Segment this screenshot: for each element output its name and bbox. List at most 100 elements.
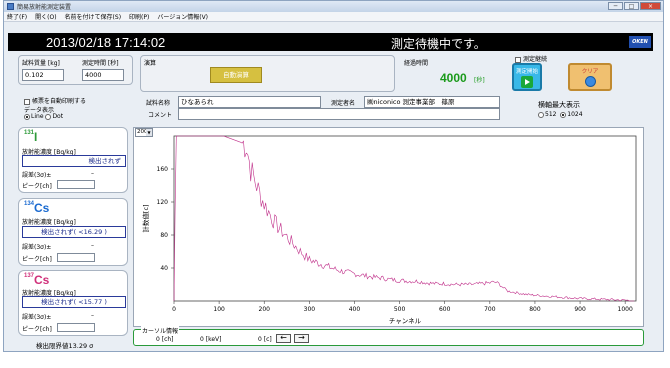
y-axis-label: 計数値[c]: [141, 204, 150, 232]
cs134-result: 検出されず( <16.29 ): [22, 226, 126, 238]
cs134-mass: 134: [24, 201, 35, 207]
elapsed-unit: [秒]: [474, 77, 485, 84]
chevron-down-icon: ▼: [146, 129, 152, 136]
cs134-element: Cs: [34, 201, 50, 215]
hmax-512-label: 512: [545, 111, 557, 118]
x-tick-label: 800: [529, 306, 541, 313]
sample-name-label: 試料名称: [146, 100, 171, 107]
x-tick-label: 200: [259, 306, 271, 313]
minimize-button[interactable]: ─: [608, 2, 623, 10]
menu-version[interactable]: バージョン情報(V): [157, 12, 208, 21]
close-button[interactable]: ×: [640, 2, 661, 10]
detection-limit: 検出限界値13.29 σ: [36, 342, 94, 350]
measure-time-input[interactable]: 4000: [82, 69, 124, 81]
spectrum-series-line: [173, 135, 635, 302]
cs134-peak-input[interactable]: [57, 253, 95, 262]
x-axis-label: チャンネル: [389, 317, 422, 325]
elapsed-label: 経過時間: [404, 60, 429, 67]
spectrum-svg: 0 100 200 300 400 500 600 700 800 900 1000 40 80 120 1…: [141, 135, 637, 325]
continuous-checkbox[interactable]: 測定継続: [515, 54, 547, 63]
y-tick-label: 40: [160, 265, 168, 272]
iso-panel-i131: 131I 放射能濃度 [Bq/kg] 検出されず 誤差(3σ)± – ピーク[c…: [18, 127, 128, 193]
clear-button[interactable]: クリア: [568, 63, 612, 91]
i131-peak-input[interactable]: [57, 180, 95, 189]
i131-peak-label: ピーク[ch]: [22, 183, 52, 190]
cursor-info-label: カーソル情報: [141, 326, 180, 335]
cs137-peak-input[interactable]: [57, 323, 95, 332]
sample-mass-label: 試料質量 [kg]: [22, 60, 60, 67]
datetime-display: 2013/02/18 17:14:02: [46, 35, 166, 50]
start-measure-button[interactable]: 測定開始: [512, 63, 542, 91]
menu-open[interactable]: 開く(O): [35, 12, 56, 21]
cs134-error-value: –: [91, 242, 94, 249]
y-tick-label: 120: [157, 199, 169, 206]
x-tick-label: 300: [304, 306, 316, 313]
title-bar: 簡易放射能測定装置 ─ □ ×: [4, 1, 663, 12]
auto-calc-button[interactable]: 自動演算: [210, 67, 262, 83]
cs137-error-label: 誤差(3σ)±: [22, 314, 52, 321]
display-mode-group: Line Dot: [24, 113, 63, 120]
cs134-error-label: 誤差(3σ)±: [22, 244, 52, 251]
status-text: 測定待機中です。: [391, 37, 486, 51]
continuous-check-box[interactable]: [515, 56, 521, 63]
menu-print[interactable]: 印刷(P): [129, 12, 149, 21]
line-label: Line: [31, 113, 44, 120]
calc-panel: [140, 55, 395, 92]
dot-label: Dot: [52, 113, 64, 120]
cs137-result: 検出されず( <15.77 ): [22, 296, 126, 308]
hmax-512-radio[interactable]: [538, 111, 544, 118]
i131-result: 検出されず: [22, 155, 126, 167]
cursor-right-button[interactable]: →: [294, 334, 309, 343]
iso-panel-cs134: 134Cs 放射能濃度 [Bq/kg] 検出されず( <16.29 ) 誤差(3…: [18, 198, 128, 266]
x-tick-label: 100: [213, 306, 225, 313]
menu-save-as[interactable]: 名前を付けて保存(S): [65, 12, 122, 21]
measure-time-label: 測定時間 [秒]: [82, 60, 119, 67]
sample-name-input[interactable]: ひなあられ: [178, 96, 321, 108]
maximize-button[interactable]: □: [624, 2, 639, 10]
comment-input[interactable]: [178, 108, 500, 120]
auto-print-checkbox[interactable]: [24, 98, 30, 105]
hmax-1024-label: 1024: [567, 111, 583, 118]
menu-bar: 終了(F) 開く(O) 名前を付けて保存(S) 印刷(P) バージョン情報(V): [4, 12, 663, 22]
line-radio[interactable]: [24, 113, 30, 120]
hmax-label: 横軸最大表示: [538, 101, 580, 109]
cursor-left-button[interactable]: ←: [276, 334, 291, 343]
status-header: 2013/02/18 17:14:02 測定待機中です。 OKEN: [8, 33, 653, 51]
cs137-error-value: –: [91, 312, 94, 319]
x-tick-label: 600: [439, 306, 451, 313]
cursor-kev: 0 [keV]: [200, 336, 222, 343]
dot-radio[interactable]: [45, 113, 52, 120]
cs137-symbol: 137Cs: [24, 273, 49, 287]
hmax-1024-radio[interactable]: [560, 111, 567, 118]
x-tick-label: 900: [574, 306, 586, 313]
cursor-ch: 0 [ch]: [156, 336, 174, 343]
y-range-select[interactable]: 200 ▼: [135, 128, 153, 137]
app-icon: [7, 3, 14, 10]
cs134-peak-label: ピーク[ch]: [22, 256, 52, 263]
cs137-peak-label: ピーク[ch]: [22, 326, 52, 333]
menu-exit[interactable]: 終了(F): [7, 12, 27, 21]
x-tick-label: 1000: [618, 306, 633, 313]
i131-element: I: [34, 130, 38, 144]
sample-mass-input[interactable]: 0.102: [22, 69, 64, 81]
cs134-symbol: 134Cs: [24, 201, 49, 215]
operator-input[interactable]: ㈱niconico 測定事業部 篠原: [364, 96, 500, 108]
cs137-mass: 137: [24, 273, 35, 279]
elapsed-value: 4000: [440, 71, 467, 85]
clear-icon: [584, 76, 596, 87]
continuous-label: 測定継続: [523, 56, 548, 63]
hmax-group: 512 1024: [538, 111, 583, 118]
plot-area: [173, 135, 637, 302]
x-tick-label: 700: [484, 306, 496, 313]
cursor-count: 0 [c]: [258, 336, 272, 343]
play-icon: [521, 76, 533, 88]
auto-print-option[interactable]: 帳票を自動印刷する: [24, 96, 86, 105]
y-tick-label: 160: [157, 166, 169, 173]
spectrum-chart: 0 100 200 300 400 500 600 700 800 900 1000 40 80 120 1…: [133, 127, 644, 327]
oken-logo: OKEN: [629, 36, 651, 48]
start-label: 測定開始: [515, 69, 538, 75]
cs137-element: Cs: [34, 273, 50, 287]
x-tick-label: 400: [349, 306, 361, 313]
clear-label: クリア: [581, 69, 599, 75]
auto-print-label: 帳票を自動印刷する: [32, 98, 87, 105]
